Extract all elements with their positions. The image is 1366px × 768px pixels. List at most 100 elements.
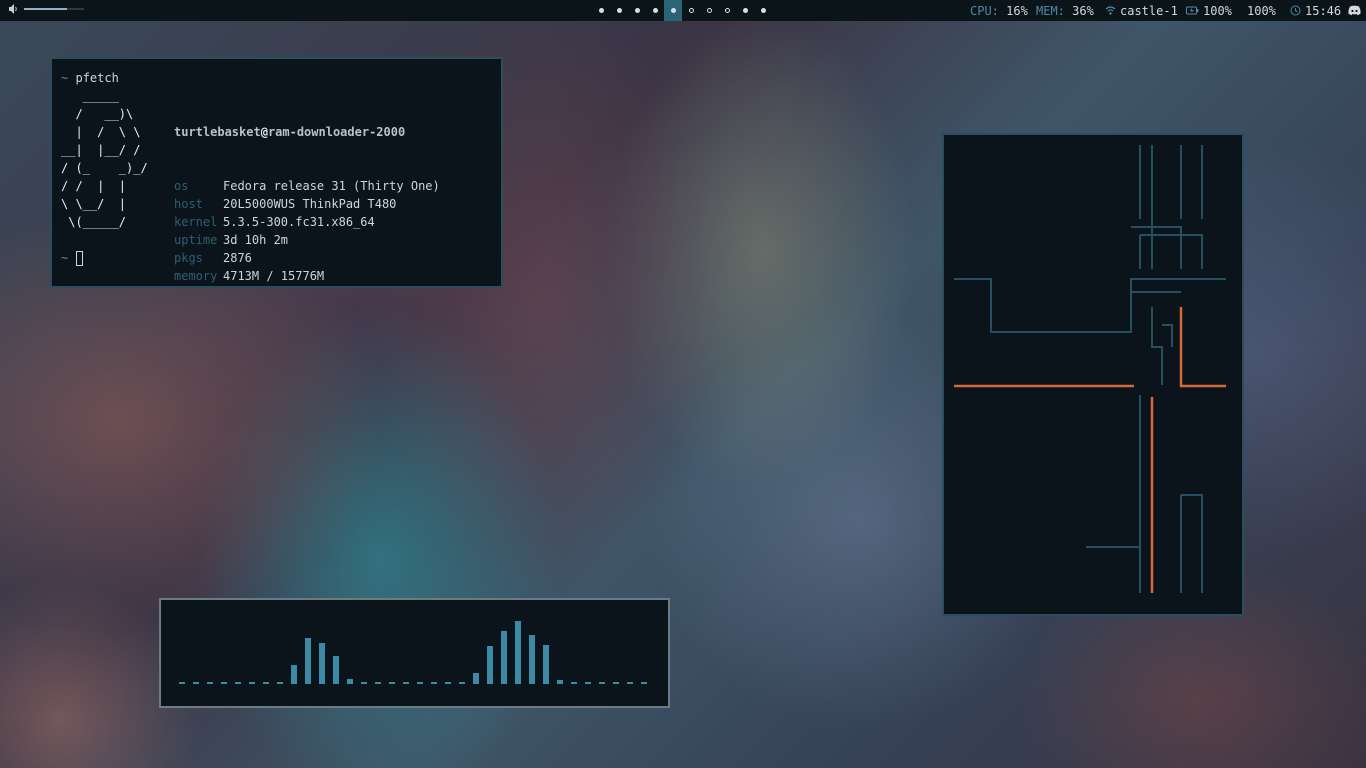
pipe-segment-active — [1179, 307, 1226, 388]
pipe-segment — [1151, 307, 1163, 385]
visualizer-bar — [305, 638, 311, 684]
workspace-indicator — [652, 8, 658, 13]
visualizer-bar — [431, 682, 437, 684]
info-value: 20L5000WUS ThinkPad T480 — [223, 197, 397, 211]
visualizer-bar — [319, 643, 325, 684]
battery-status: 100% — [1186, 0, 1232, 21]
volume-level — [24, 8, 68, 10]
info-row-os: os Fedora release 31 (Thirty One) — [174, 177, 440, 195]
wifi-status[interactable]: castle-1 — [1105, 0, 1178, 21]
info-row-uptime: uptime 3d 10h 2m — [174, 231, 440, 249]
visualizer-bar — [221, 682, 227, 684]
mem-usage: MEM: 36% — [1036, 0, 1094, 21]
visualizer-bar — [641, 682, 647, 684]
visualizer-bar — [207, 682, 213, 684]
info-value: 4713M / 15776M — [223, 269, 325, 283]
fedora-logo-ascii: _____ / __)\ | / \ \ __| |__/ / / (_ _)_… — [61, 89, 148, 229]
workspace-2[interactable] — [610, 0, 628, 21]
battery-icon — [1186, 6, 1199, 15]
visualizer-bar — [347, 679, 353, 684]
workspace-indicator — [688, 8, 694, 13]
at-sign: @ — [260, 125, 268, 139]
brightness-status: 100% — [1247, 0, 1276, 21]
visualizer-bar — [613, 682, 619, 684]
info-row-memory: memory 4713M / 15776M — [174, 267, 440, 285]
clock: 15:46 — [1290, 0, 1341, 21]
mem-label: MEM: — [1036, 3, 1065, 18]
system-info: turtlebasket@ram-downloader-2000 os Fedor… — [174, 87, 440, 321]
visualizer-bar — [501, 631, 507, 684]
discord-icon — [1348, 5, 1361, 16]
workspace-indicator — [634, 8, 640, 13]
workspace-10[interactable] — [754, 0, 772, 21]
workspace-indicator — [616, 8, 622, 13]
workspace-7[interactable] — [700, 0, 718, 21]
top-bar: CPU: 16% MEM: 36% castle-1 100% 100% 15:… — [0, 0, 1366, 21]
workspace-6[interactable] — [682, 0, 700, 21]
visualizer-bar — [403, 682, 409, 684]
brightness-value: 100% — [1247, 3, 1276, 18]
prompt-symbol-2: ~ — [61, 251, 69, 265]
visualizer-bar — [557, 680, 563, 684]
visualizer-bar — [459, 682, 465, 684]
visualizer-bar — [585, 682, 591, 684]
visualizer-bar — [627, 682, 633, 684]
discord-tray[interactable] — [1348, 0, 1361, 21]
visualizer-bar — [179, 682, 185, 684]
visualizer-bar — [445, 682, 451, 684]
info-row-kernel: kernel 5.3.5-300.fc31.x86_64 — [174, 213, 440, 231]
info-value: 5.3.5-300.fc31.x86_64 — [223, 215, 375, 229]
prompt-symbol: ~ — [61, 71, 69, 85]
user-name: turtlebasket — [174, 125, 261, 139]
workspace-indicator — [706, 8, 712, 13]
pipe-segment — [1140, 234, 1203, 269]
visualizer-bar — [291, 665, 297, 684]
pipe-segment — [1181, 494, 1203, 593]
volume-slider[interactable] — [24, 8, 84, 10]
volume-control[interactable] — [8, 3, 84, 15]
workspace-8[interactable] — [718, 0, 736, 21]
info-key: pkgs — [174, 251, 203, 265]
pipes-screensaver-window[interactable] — [942, 133, 1244, 616]
visualizer-bar — [333, 656, 339, 684]
info-value: Fedora release 31 (Thirty One) — [223, 179, 440, 193]
visualizer-bar — [249, 682, 255, 684]
info-row-host: host 20L5000WUS ThinkPad T480 — [174, 195, 440, 213]
clock-icon — [1290, 5, 1301, 16]
audio-visualizer-window[interactable] — [159, 598, 670, 708]
cpu-label: CPU: — [970, 3, 999, 18]
workspace-5[interactable] — [664, 0, 682, 21]
visualizer-bar — [543, 645, 549, 684]
visualizer-bar — [193, 682, 199, 684]
visualizer-bar — [277, 682, 283, 684]
command-line: ~ pfetch — [61, 69, 119, 87]
wifi-icon — [1105, 6, 1116, 15]
info-value: 2876 — [223, 251, 252, 265]
workspace-1[interactable] — [592, 0, 610, 21]
speaker-icon — [9, 4, 17, 14]
info-key: memory — [174, 269, 218, 283]
command-text: pfetch — [75, 71, 119, 85]
visualizer-bar — [417, 682, 423, 684]
visualizer-bars — [179, 600, 649, 684]
visualizer-bar — [235, 682, 241, 684]
clock-time: 15:46 — [1305, 3, 1342, 18]
cpu-value: 16% — [1006, 3, 1028, 18]
mem-value: 36% — [1072, 3, 1094, 18]
battery-value: 100% — [1203, 3, 1232, 18]
pipe-segment — [954, 278, 1226, 333]
workspace-switcher — [592, 0, 772, 21]
info-key: uptime — [174, 233, 218, 247]
visualizer-bar — [487, 646, 493, 684]
info-key: os — [174, 179, 189, 193]
active-prompt[interactable]: ~ — [61, 249, 84, 267]
workspace-9[interactable] — [736, 0, 754, 21]
workspace-4[interactable] — [646, 0, 664, 21]
info-key: host — [174, 197, 203, 211]
workspace-3[interactable] — [628, 0, 646, 21]
info-row-pkgs: pkgs 2876 — [174, 249, 440, 267]
terminal-window[interactable]: ~ pfetch _____ / __)\ | / \ \ __| |__/ /… — [50, 57, 503, 288]
visualizer-bar — [375, 682, 381, 684]
visualizer-bar — [263, 682, 269, 684]
wifi-ssid: castle-1 — [1120, 3, 1178, 18]
